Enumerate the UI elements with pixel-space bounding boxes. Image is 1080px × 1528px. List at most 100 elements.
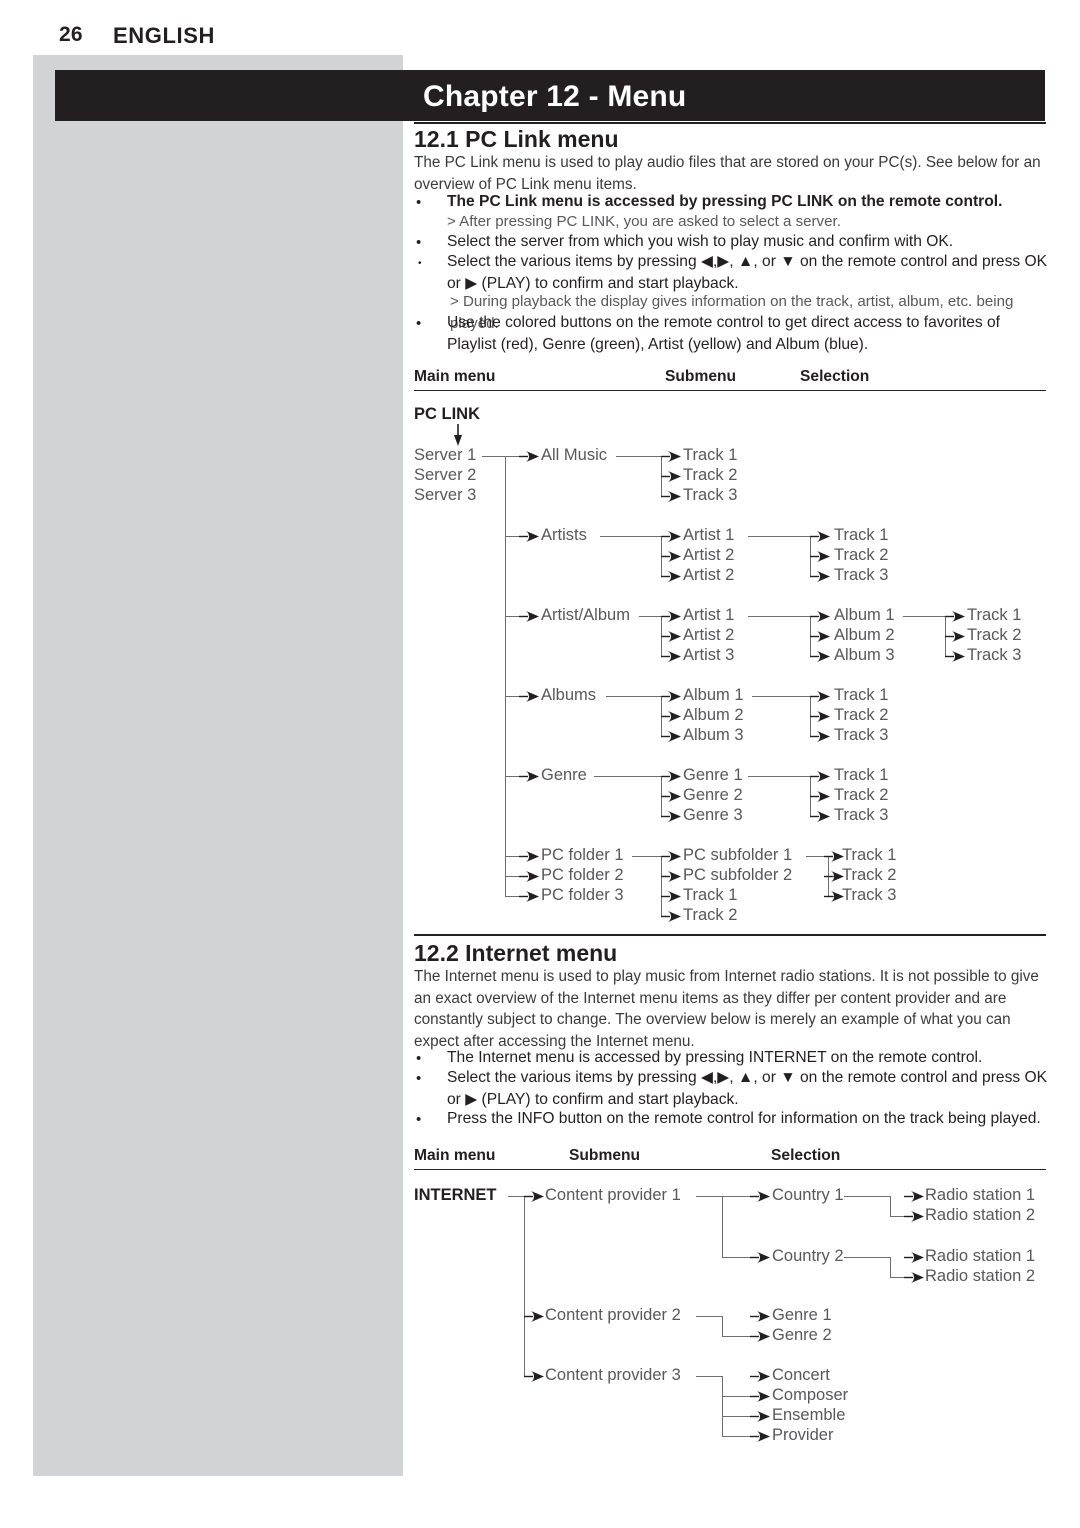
bullet-dot-icon: • xyxy=(416,1070,422,1087)
node-artists: Artists xyxy=(541,526,587,544)
connector xyxy=(903,616,945,617)
connector xyxy=(696,1376,722,1377)
bullet-text: Select the various items by pressing ◀,▶… xyxy=(447,1069,1048,1108)
section-rule-1 xyxy=(414,122,1046,124)
node-genre-item: Genre 2 xyxy=(683,786,743,804)
node-artist: Artist 3 xyxy=(683,646,735,664)
node-album: Album 2 xyxy=(683,706,744,724)
bullet-pc-2: • Select the server from which you wish … xyxy=(414,231,1048,253)
col-head-main-menu: Main menu xyxy=(414,1147,496,1164)
node-category: Provider xyxy=(772,1426,834,1444)
col-head-submenu: Submenu xyxy=(569,1147,641,1164)
node-pc-subfolder: PC subfolder 1 xyxy=(683,846,793,864)
connector xyxy=(505,616,519,617)
connector xyxy=(748,616,810,617)
connector xyxy=(722,1336,750,1337)
node-pc-folder: PC folder 3 xyxy=(541,886,624,904)
node-track: Track 1 xyxy=(834,526,889,544)
node-artist: Artist 2 xyxy=(683,566,735,584)
connector xyxy=(505,536,519,537)
node-genre-item: Genre 3 xyxy=(683,806,743,824)
diagram-header-rule xyxy=(414,390,1046,391)
bullet-dot-icon: • xyxy=(418,258,422,269)
node-internet-root: INTERNET xyxy=(414,1186,497,1204)
node-artist: Artist 2 xyxy=(683,546,735,564)
node-radio-station: Radio station 2 xyxy=(925,1206,1036,1224)
node-track: Track 3 xyxy=(834,806,889,824)
connector xyxy=(722,1436,750,1437)
node-track: Track 3 xyxy=(967,646,1022,664)
col-head-selection: Selection xyxy=(771,1147,841,1164)
node-server-2: Server 2 xyxy=(414,466,477,484)
connector xyxy=(722,1257,750,1258)
connector xyxy=(594,776,661,777)
node-track: Track 1 xyxy=(834,766,889,784)
bullet-text: Use the colored buttons on the remote co… xyxy=(447,314,1001,353)
node-country: Country 2 xyxy=(772,1247,844,1265)
node-track: Track 1 xyxy=(834,686,889,704)
node-album: Album 1 xyxy=(683,686,744,704)
connector xyxy=(752,696,810,697)
connector xyxy=(890,1257,891,1278)
connector xyxy=(616,456,661,457)
connector-trunk xyxy=(524,1196,525,1376)
node-artist: Artist 1 xyxy=(683,526,735,544)
node-track: Track 2 xyxy=(834,786,889,804)
node-radio-station: Radio station 1 xyxy=(925,1247,1036,1265)
connector xyxy=(505,856,519,857)
connector xyxy=(600,536,661,537)
node-content-provider: Content provider 2 xyxy=(545,1306,681,1324)
node-album: Album 3 xyxy=(683,726,744,744)
node-genre-item: Genre 1 xyxy=(683,766,743,784)
node-country: Country 1 xyxy=(772,1186,844,1204)
node-server-1: Server 1 xyxy=(414,446,477,464)
connector xyxy=(890,1196,891,1217)
node-track: Track 2 xyxy=(683,906,738,924)
node-albums: Albums xyxy=(541,686,597,704)
bullet-text: Press the INFO button on the remote cont… xyxy=(447,1110,1041,1127)
connector xyxy=(696,1316,722,1317)
page-number: 26 xyxy=(59,23,83,46)
node-category: Ensemble xyxy=(772,1406,846,1424)
connector xyxy=(722,1196,750,1197)
node-radio-station: Radio station 2 xyxy=(925,1267,1036,1285)
col-head-selection: Selection xyxy=(800,368,870,385)
node-pc-folder: PC folder 1 xyxy=(541,846,624,864)
connector xyxy=(606,696,661,697)
connector xyxy=(890,1277,904,1278)
section-rule-2 xyxy=(414,934,1046,936)
node-track: Track 3 xyxy=(683,486,738,504)
node-track: Track 3 xyxy=(834,726,889,744)
connector xyxy=(844,1257,890,1258)
node-server-3: Server 3 xyxy=(414,486,477,504)
connector xyxy=(696,1196,722,1197)
bullet-pc-1: • The PC Link menu is accessed by pressi… xyxy=(414,191,1048,213)
bullet-int-3: • Press the INFO button on the remote co… xyxy=(414,1108,1048,1130)
bullet-pc-4: • Use the colored buttons on the remote … xyxy=(414,312,1048,355)
node-content-provider: Content provider 3 xyxy=(545,1366,681,1384)
node-pc-folder: PC folder 2 xyxy=(541,866,624,884)
node-genre-item: Genre 1 xyxy=(772,1306,832,1324)
subnote-text: > After pressing PC LINK, you are asked … xyxy=(447,213,841,230)
node-genre: Genre xyxy=(541,766,587,784)
node-track: Track 3 xyxy=(842,886,897,904)
node-category: Concert xyxy=(772,1366,830,1384)
page-language-label: ENGLISH xyxy=(113,23,215,48)
bullet-text: The PC Link menu is accessed by pressing… xyxy=(447,193,1003,210)
connector xyxy=(748,536,810,537)
node-track: Track 2 xyxy=(834,706,889,724)
node-track: Track 1 xyxy=(967,606,1022,624)
node-track: Track 3 xyxy=(834,566,889,584)
left-gray-panel xyxy=(33,55,403,1476)
content-column: 12.1 PC Link menu The PC Link menu is us… xyxy=(414,0,1048,1528)
node-track: Track 1 xyxy=(683,886,738,904)
node-radio-station: Radio station 1 xyxy=(925,1186,1036,1204)
section-heading-pc-link: 12.1 PC Link menu xyxy=(414,126,619,152)
bullet-text: The Internet menu is accessed by pressin… xyxy=(447,1049,983,1066)
connector xyxy=(722,1316,723,1337)
col-head-submenu: Submenu xyxy=(665,368,737,385)
node-content-provider: Content provider 1 xyxy=(545,1186,681,1204)
section-intro-pc-link: The PC Link menu is used to play audio f… xyxy=(414,154,1041,193)
col-head-main-menu: Main menu xyxy=(414,368,496,385)
node-track: Track 2 xyxy=(967,626,1022,644)
